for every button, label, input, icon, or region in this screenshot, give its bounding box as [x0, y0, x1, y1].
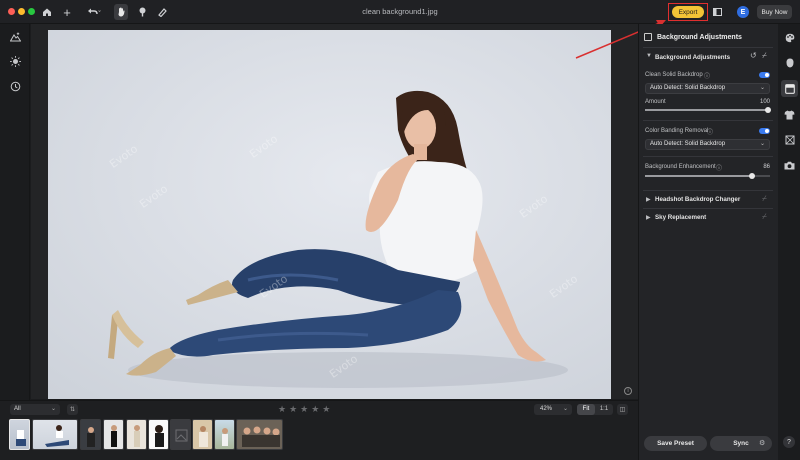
- photo-preview[interactable]: Evoto Evoto Evoto Evoto Evoto Evoto Evot…: [48, 30, 611, 399]
- thumbnail[interactable]: [126, 419, 147, 450]
- chevron-down-icon: ⌄: [562, 406, 568, 412]
- thumbnail[interactable]: [103, 419, 124, 450]
- clean-solid-backdrop-label: Clean Solid Backdrop: [645, 72, 703, 78]
- zoom-window-button[interactable]: [28, 8, 35, 15]
- save-preset-button[interactable]: Save Preset: [644, 436, 707, 451]
- fit-toggle-group: Fit 1:1: [577, 404, 613, 415]
- thumbnail[interactable]: [9, 419, 30, 450]
- crop-icon[interactable]: [784, 134, 795, 145]
- clean-backdrop-mode-value: Auto Detect: Solid Backdrop: [650, 85, 726, 91]
- sync-settings-icon[interactable]: ⚙: [759, 439, 765, 447]
- avatar[interactable]: E: [737, 6, 749, 18]
- clean-solid-backdrop-toggle[interactable]: [759, 72, 770, 78]
- brush-icon[interactable]: [135, 4, 149, 20]
- background-enhancement-value: 86: [763, 164, 770, 170]
- thumbnail[interactable]: [32, 419, 78, 450]
- clean-backdrop-mode-select[interactable]: Auto Detect: Solid Backdrop ⌄: [645, 83, 770, 94]
- compare-icon[interactable]: ◫: [617, 404, 628, 415]
- home-icon[interactable]: [40, 4, 54, 20]
- export-highlight-box: [668, 3, 708, 21]
- collapse-triangle-icon[interactable]: ▼: [646, 53, 652, 59]
- background-enhancement-slider-handle[interactable]: [749, 172, 755, 179]
- panel-title: Background Adjustments: [657, 33, 742, 41]
- auto-icon[interactable]: ⌿: [762, 212, 767, 222]
- sync-label: Sync: [733, 440, 749, 447]
- minimize-window-button[interactable]: [18, 8, 25, 15]
- title-bar: + clean background1.jpg Export E Buy Now: [0, 0, 800, 24]
- batch-icon[interactable]: [711, 4, 723, 20]
- background-enhancement-label: Background Enhancement: [645, 164, 716, 170]
- reset-icon[interactable]: ↺: [750, 51, 757, 60]
- auto-icon[interactable]: ⌿: [762, 194, 767, 204]
- clothing-icon[interactable]: [784, 109, 795, 120]
- filter-value: All: [14, 406, 21, 412]
- filter-select[interactable]: All ⌄: [10, 404, 60, 415]
- amount-value: 100: [759, 99, 770, 105]
- sun-icon[interactable]: [7, 53, 23, 69]
- close-window-button[interactable]: [8, 8, 15, 15]
- sort-icon[interactable]: ⇅: [67, 404, 78, 415]
- divider: [643, 47, 773, 48]
- palette-icon[interactable]: [784, 32, 795, 43]
- zoom-select[interactable]: 42% ⌄: [534, 404, 572, 415]
- background-icon[interactable]: [784, 83, 795, 94]
- amount-label: Amount: [645, 99, 666, 105]
- rating-stars[interactable]: ★★★★★: [278, 404, 333, 415]
- history-icon[interactable]: [7, 78, 23, 94]
- section-title[interactable]: Background Adjustments: [655, 54, 730, 61]
- chevron-down-icon: ⌄: [50, 406, 56, 412]
- divider: [643, 120, 773, 121]
- thumbnail[interactable]: [80, 419, 101, 450]
- background-enhancement-slider[interactable]: [645, 172, 770, 179]
- hand-icon[interactable]: [114, 4, 128, 20]
- color-banding-mode-select[interactable]: Auto Detect: Solid Backdrop ⌄: [645, 139, 770, 150]
- fit-button[interactable]: Fit: [577, 404, 595, 415]
- thumbnail[interactable]: [192, 419, 213, 450]
- info-icon[interactable]: i: [624, 387, 632, 395]
- sky-replacement-title[interactable]: Sky Replacement: [655, 214, 706, 221]
- color-banding-mode-value: Auto Detect: Solid Backdrop: [650, 141, 726, 147]
- info-icon[interactable]: ⓘ: [707, 127, 713, 136]
- amount-slider-handle[interactable]: [765, 106, 771, 113]
- eraser-icon[interactable]: [155, 4, 169, 20]
- headshot-backdrop-changer-title[interactable]: Headshot Backdrop Changer: [655, 196, 740, 203]
- chevron-down-icon: ⌄: [759, 85, 765, 91]
- amount-slider[interactable]: [645, 106, 771, 113]
- chevron-down-icon: ⌄: [759, 141, 765, 147]
- buy-now-button[interactable]: Buy Now: [757, 5, 792, 19]
- amount-slider-fill: [645, 109, 770, 111]
- expand-triangle-icon[interactable]: ▶: [646, 214, 651, 221]
- info-icon[interactable]: ⓘ: [704, 71, 710, 80]
- add-icon[interactable]: +: [60, 4, 74, 20]
- thumbnail[interactable]: [148, 419, 169, 450]
- divider: [643, 208, 773, 209]
- panel-header: Background Adjustments: [644, 30, 774, 44]
- one-to-one-button[interactable]: 1:1: [595, 404, 613, 415]
- zoom-value: 42%: [540, 406, 553, 412]
- background-enhancement-slider-fill: [645, 175, 753, 177]
- background-icon: [644, 33, 652, 41]
- color-banding-toggle[interactable]: [759, 128, 770, 134]
- thumbnail[interactable]: [170, 419, 191, 450]
- auto-icon[interactable]: ⌿: [762, 51, 767, 61]
- thumbnail[interactable]: [214, 419, 235, 450]
- divider: [643, 190, 773, 191]
- face-retouch-icon[interactable]: [784, 57, 795, 68]
- mountain-adjust-icon[interactable]: [7, 29, 23, 45]
- divider: [643, 156, 773, 157]
- camera-icon[interactable]: [784, 160, 795, 171]
- help-button[interactable]: ?: [783, 436, 795, 448]
- color-banding-label: Color Banding Removal: [645, 128, 709, 134]
- info-icon[interactable]: ⓘ: [716, 163, 722, 172]
- expand-triangle-icon[interactable]: ▶: [646, 196, 651, 203]
- thumbnail[interactable]: [236, 419, 283, 450]
- undo-icon[interactable]: [84, 4, 104, 20]
- document-title: clean background1.jpg: [362, 7, 438, 16]
